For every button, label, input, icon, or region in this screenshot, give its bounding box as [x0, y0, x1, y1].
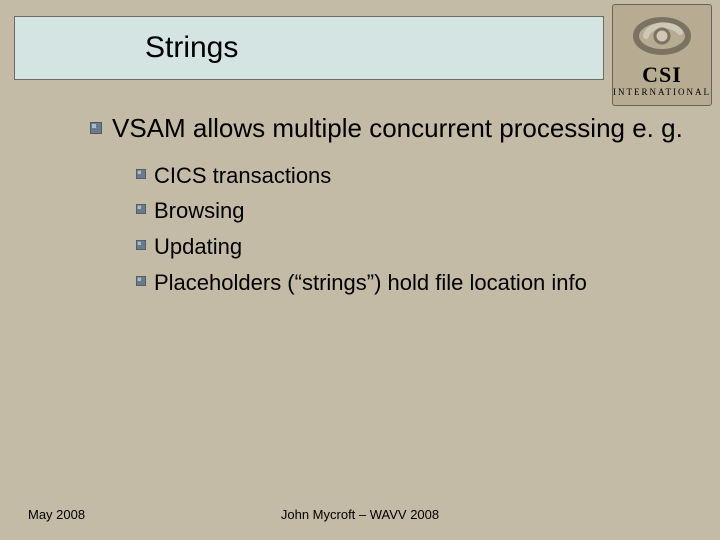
bullet-icon	[136, 169, 146, 179]
logo-text-line1: CSI	[642, 64, 682, 86]
bullet-level2: Placeholders (“strings”) hold file locat…	[136, 268, 700, 298]
bullet-text: CICS transactions	[154, 161, 331, 191]
slide-title: Strings	[145, 31, 238, 65]
footer-author: John Mycroft – WAVV 2008	[0, 507, 720, 522]
slide: Strings CSI INTERNATIONAL VSAM allows mu…	[0, 0, 720, 540]
bullet-level2: CICS transactions	[136, 161, 700, 191]
bullet-text: Updating	[154, 232, 242, 262]
bullet-text: Browsing	[154, 196, 244, 226]
bullet-icon	[90, 122, 102, 134]
logo: CSI INTERNATIONAL	[612, 4, 712, 106]
slide-body: VSAM allows multiple concurrent processi…	[90, 112, 700, 303]
bullet-icon	[136, 204, 146, 214]
title-bar: Strings	[14, 16, 604, 80]
bullet-text: Placeholders (“strings”) hold file locat…	[154, 268, 587, 298]
logo-swirl-icon	[632, 14, 692, 58]
bullet-icon	[136, 276, 146, 286]
bullet-text: VSAM allows multiple concurrent processi…	[112, 112, 683, 145]
bullet-level2: Updating	[136, 232, 700, 262]
bullet-level2: Browsing	[136, 196, 700, 226]
bullet-icon	[136, 240, 146, 250]
bullet-level1: VSAM allows multiple concurrent processi…	[90, 112, 700, 145]
logo-text-line2: INTERNATIONAL	[613, 87, 711, 97]
